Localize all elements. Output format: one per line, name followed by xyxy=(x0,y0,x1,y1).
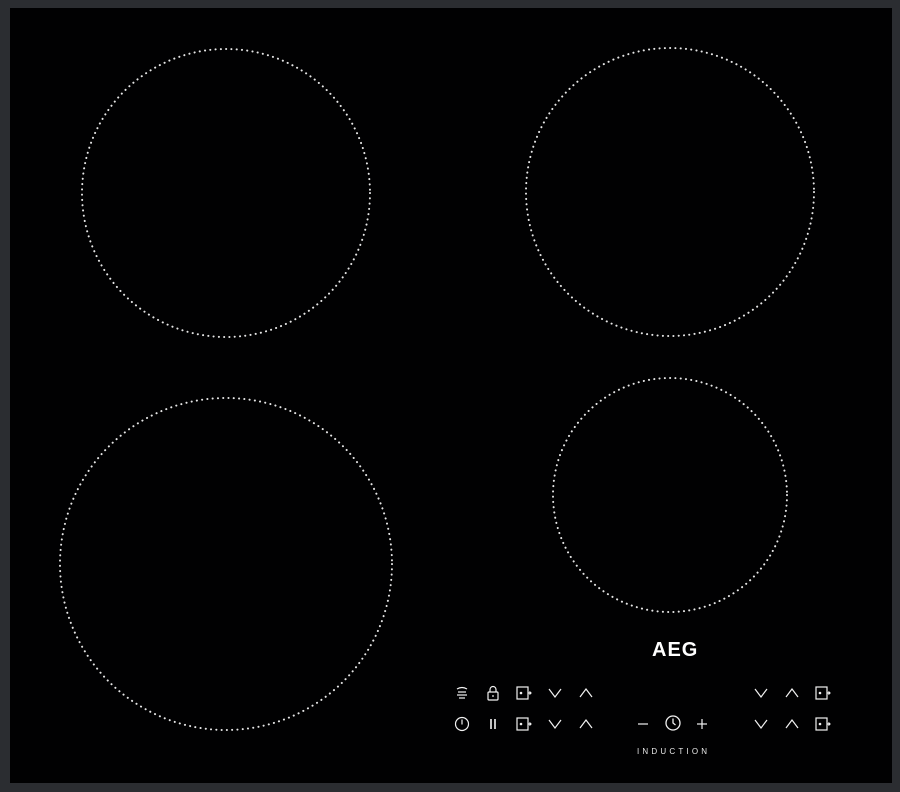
chevron-down-icon[interactable] xyxy=(751,683,771,703)
cooking-zone-rear-right[interactable] xyxy=(525,47,815,337)
plus-icon[interactable] xyxy=(692,714,712,734)
cooking-zones xyxy=(59,47,815,731)
chevron-down-icon[interactable] xyxy=(545,683,565,703)
chevron-up-icon[interactable] xyxy=(576,714,596,734)
brand-logo: AEG xyxy=(652,639,699,661)
cooking-zone-front-right[interactable] xyxy=(552,377,788,613)
pause-icon[interactable] xyxy=(483,714,503,734)
clock-icon[interactable] xyxy=(663,713,683,733)
chevron-down-icon[interactable] xyxy=(751,714,771,734)
induction-label: INDUCTION xyxy=(637,747,711,756)
power-icon[interactable] xyxy=(452,714,472,734)
chevron-up-icon[interactable] xyxy=(782,714,802,734)
hob2hood-icon[interactable] xyxy=(452,683,472,703)
chevron-down-icon[interactable] xyxy=(545,714,565,734)
cooking-zone-front-left[interactable] xyxy=(59,397,393,731)
timer-icon[interactable] xyxy=(514,714,534,734)
chevron-up-icon[interactable] xyxy=(576,683,596,703)
chevron-up-icon[interactable] xyxy=(782,683,802,703)
cooking-zone-rear-left[interactable] xyxy=(81,48,371,338)
timer-icon[interactable] xyxy=(514,683,534,703)
lock-icon[interactable] xyxy=(483,683,503,703)
timer-icon[interactable] xyxy=(813,683,833,703)
timer-icon[interactable] xyxy=(813,714,833,734)
minus-icon[interactable] xyxy=(633,714,653,734)
